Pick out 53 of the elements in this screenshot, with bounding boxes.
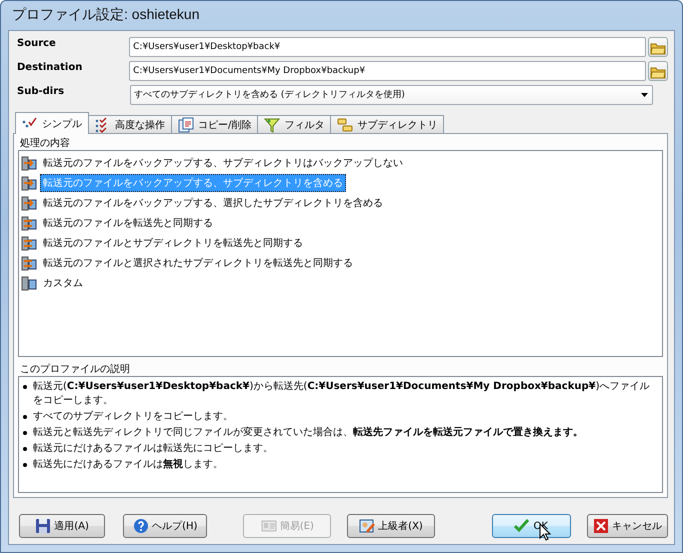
- server-icon: [21, 255, 37, 271]
- bullet-icon: [23, 463, 27, 467]
- server-icon: [21, 215, 37, 231]
- server-icon: [21, 275, 37, 291]
- list-item[interactable]: 転送元のファイルとサブディレクトリを転送先と同期する: [40, 234, 306, 252]
- pencil-card-icon: [359, 518, 376, 534]
- card-icon: [260, 518, 277, 534]
- bullet-icon: [23, 447, 27, 451]
- bullet-icon: [23, 431, 27, 435]
- list-item[interactable]: 転送元のファイルをバックアップする、選択したサブディレクトリを含める: [40, 194, 386, 212]
- list-item[interactable]: 転送元のファイルをバックアップする、サブディレクトリはバックアップしない: [40, 154, 406, 172]
- tab[interactable]: シンプル: [15, 112, 89, 134]
- list-item[interactable]: 転送元のファイルと選択されたサブディレクトリを転送先と同期する: [40, 254, 356, 272]
- dropdown-arrow-icon: [641, 93, 648, 97]
- bullet-icon: [23, 385, 27, 389]
- browse-button[interactable]: [648, 61, 668, 81]
- check-icon: [514, 518, 530, 534]
- server-icon: [21, 155, 37, 171]
- field-label: Sub-dirs: [16, 85, 66, 97]
- field-label: Source: [16, 37, 57, 49]
- group-label: 処理の内容: [19, 137, 71, 150]
- bullet-icon: [23, 415, 27, 419]
- dropdown-value: すべてのサブディレクトリを含める (ディレクトリフィルタを使用): [134, 88, 405, 102]
- floppy-icon: [35, 518, 52, 534]
- tab-icon: [337, 117, 354, 133]
- group-label: このプロファイルの説明: [19, 363, 131, 376]
- dialog-button[interactable]: 上級者(X): [347, 514, 435, 538]
- description-text: 転送先にだけあるファイルは無視します。: [33, 458, 223, 472]
- list-item[interactable]: 転送元のファイルを転送先と同期する: [40, 214, 216, 232]
- tab[interactable]: 高度な操作: [88, 115, 172, 134]
- field-label: Destination: [16, 61, 84, 73]
- tab[interactable]: コピー/削除: [171, 115, 258, 134]
- window-title: プロファイル設定: oshietekun: [11, 5, 200, 24]
- help-icon: [133, 518, 150, 534]
- tab[interactable]: フィルタ: [257, 115, 332, 134]
- description-text: 転送元にだけあるファイルは転送先にコピーします。: [33, 442, 273, 456]
- description-text: すべてのサブディレクトリをコピーします。: [33, 410, 233, 424]
- description-text: 転送元と転送先ディレクトリで同じファイルが変更されていた場合は、転送先ファイルを転送元ファイルで置き換えます。: [33, 426, 583, 440]
- dropdown[interactable]: すべてのサブディレクトリを含める (ディレクトリフィルタを使用): [130, 85, 653, 105]
- list-item[interactable]: カスタム: [40, 274, 86, 292]
- path-field[interactable]: C:¥Users¥user1¥Desktop¥back¥: [129, 37, 646, 57]
- path-field[interactable]: C:¥Users¥user1¥Documents¥My Dropbox¥backup¥: [129, 61, 646, 81]
- close-icon: [592, 518, 609, 534]
- tab[interactable]: サブディレクトリ: [330, 115, 444, 134]
- dialog-button[interactable]: 適用(A): [19, 514, 106, 538]
- cancel-button[interactable]: キャンセル: [586, 514, 668, 538]
- server-icon: [21, 235, 37, 251]
- browse-button[interactable]: [648, 37, 668, 57]
- server-icon: [21, 195, 37, 211]
- dialog-button[interactable]: ヘルプ(H): [123, 514, 208, 538]
- tab-icon: [264, 117, 280, 133]
- description-text: 転送元(C:¥Users¥user1¥Desktop¥back¥)から転送先(C:¥Users¥user1¥Documents¥My Dropbox¥backup¥)へファイルをコピーします。: [33, 380, 651, 408]
- server-icon: [21, 175, 37, 191]
